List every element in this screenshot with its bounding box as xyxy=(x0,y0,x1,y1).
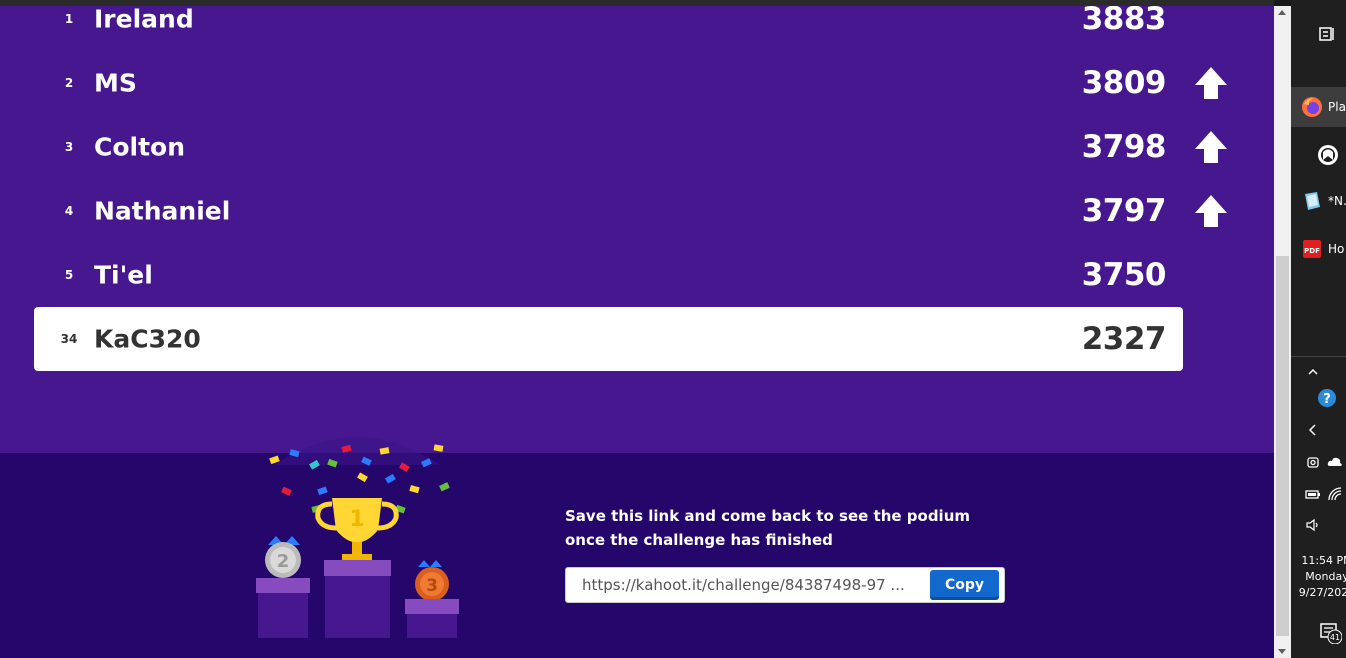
current-player-row: 34 KaC320 2327 xyxy=(34,307,1183,371)
scroll-up-arrow-icon[interactable] xyxy=(1278,10,1286,15)
save-message-line-1: Save this link and come back to see the … xyxy=(565,507,970,525)
leaderboard-row: 3 Colton 3798 xyxy=(34,115,1227,179)
camera-icon[interactable] xyxy=(1305,454,1321,470)
battery-icon[interactable] xyxy=(1305,486,1321,502)
player-score: 3809 xyxy=(1081,65,1167,101)
volume-icon[interactable] xyxy=(1305,517,1321,533)
notification-icon[interactable]: 41 xyxy=(1320,622,1342,644)
svg-text:3: 3 xyxy=(426,576,438,596)
player-score: 2327 xyxy=(1081,321,1167,357)
player-name: KaC320 xyxy=(94,324,201,354)
player-score: 3797 xyxy=(1081,193,1167,229)
save-message-line-2: once the challenge has finished xyxy=(565,531,833,549)
arrow-up-icon xyxy=(1195,67,1227,99)
podium-trophy-illustration: 1 2 3 xyxy=(256,437,459,638)
notepad-icon xyxy=(1305,192,1320,210)
scroll-down-arrow-icon[interactable] xyxy=(1278,649,1286,654)
clock-date: 9/27/2021 xyxy=(1298,586,1346,599)
taskbar-item-app[interactable] xyxy=(1291,135,1346,175)
leaderboard-row: 1 Ireland 3883 xyxy=(34,6,1183,51)
player-name: Ireland xyxy=(94,6,194,34)
windows-taskbar: Pla *N. PDF Ho ? 11:54 P Monday 9/27/202… xyxy=(1291,0,1346,658)
challenge-link-box: Copy xyxy=(565,567,1005,603)
cloud-icon[interactable] xyxy=(1327,454,1343,470)
app-circle-icon xyxy=(1318,145,1338,165)
player-name: Nathaniel xyxy=(94,196,231,226)
clock-time: 11:54 PM xyxy=(1301,554,1346,567)
copy-button[interactable]: Copy xyxy=(930,570,999,600)
player-score: 3883 xyxy=(1081,6,1167,37)
chevron-up-icon[interactable] xyxy=(1305,364,1321,380)
leaderboard-row: 2 MS 3809 xyxy=(34,51,1227,115)
taskbar-item-firefox[interactable]: Pla xyxy=(1291,87,1346,127)
wifi-icon[interactable] xyxy=(1327,486,1343,502)
pdf-icon: PDF xyxy=(1303,240,1321,258)
leaderboard-row: 5 Ti'el 3750 xyxy=(34,243,1183,307)
taskbar-item-window[interactable] xyxy=(1291,14,1346,54)
svg-text:?: ? xyxy=(1323,392,1331,407)
challenge-link-input[interactable] xyxy=(566,568,928,602)
chevron-left-icon[interactable] xyxy=(1305,422,1321,438)
svg-text:PDF: PDF xyxy=(1304,247,1320,255)
player-name: Colton xyxy=(94,132,186,162)
player-score: 3798 xyxy=(1081,129,1167,165)
player-name: MS xyxy=(94,68,137,98)
player-name: Ti'el xyxy=(94,260,153,290)
help-icon[interactable]: ? xyxy=(1317,388,1337,408)
svg-text:1: 1 xyxy=(349,507,364,532)
player-score: 3750 xyxy=(1081,257,1167,293)
svg-text:2: 2 xyxy=(277,551,290,572)
system-clock[interactable]: 11:54 PM Monday 9/27/2021 xyxy=(1291,553,1346,601)
save-link-message: Save this link and come back to see the … xyxy=(565,504,1005,552)
taskbar-item-pdf[interactable]: PDF Ho xyxy=(1291,229,1346,269)
svg-text:41: 41 xyxy=(1330,633,1340,642)
clock-day: Monday xyxy=(1305,570,1346,583)
firefox-icon xyxy=(1302,97,1322,117)
taskbar-separator xyxy=(1291,356,1346,357)
window-icon xyxy=(1319,27,1334,41)
footer-panel xyxy=(0,453,1274,658)
leaderboard-row: 4 Nathaniel 3797 xyxy=(34,179,1227,243)
scrollbar-thumb[interactable] xyxy=(1276,256,1289,636)
taskbar-item-label: Ho xyxy=(1328,242,1345,256)
arrow-up-icon xyxy=(1195,131,1227,163)
taskbar-item-label: *N. xyxy=(1328,194,1346,208)
vertical-scrollbar[interactable] xyxy=(1274,6,1291,658)
arrow-up-icon xyxy=(1195,195,1227,227)
taskbar-item-notepad[interactable]: *N. xyxy=(1291,181,1346,221)
taskbar-item-label: Pla xyxy=(1328,100,1346,114)
